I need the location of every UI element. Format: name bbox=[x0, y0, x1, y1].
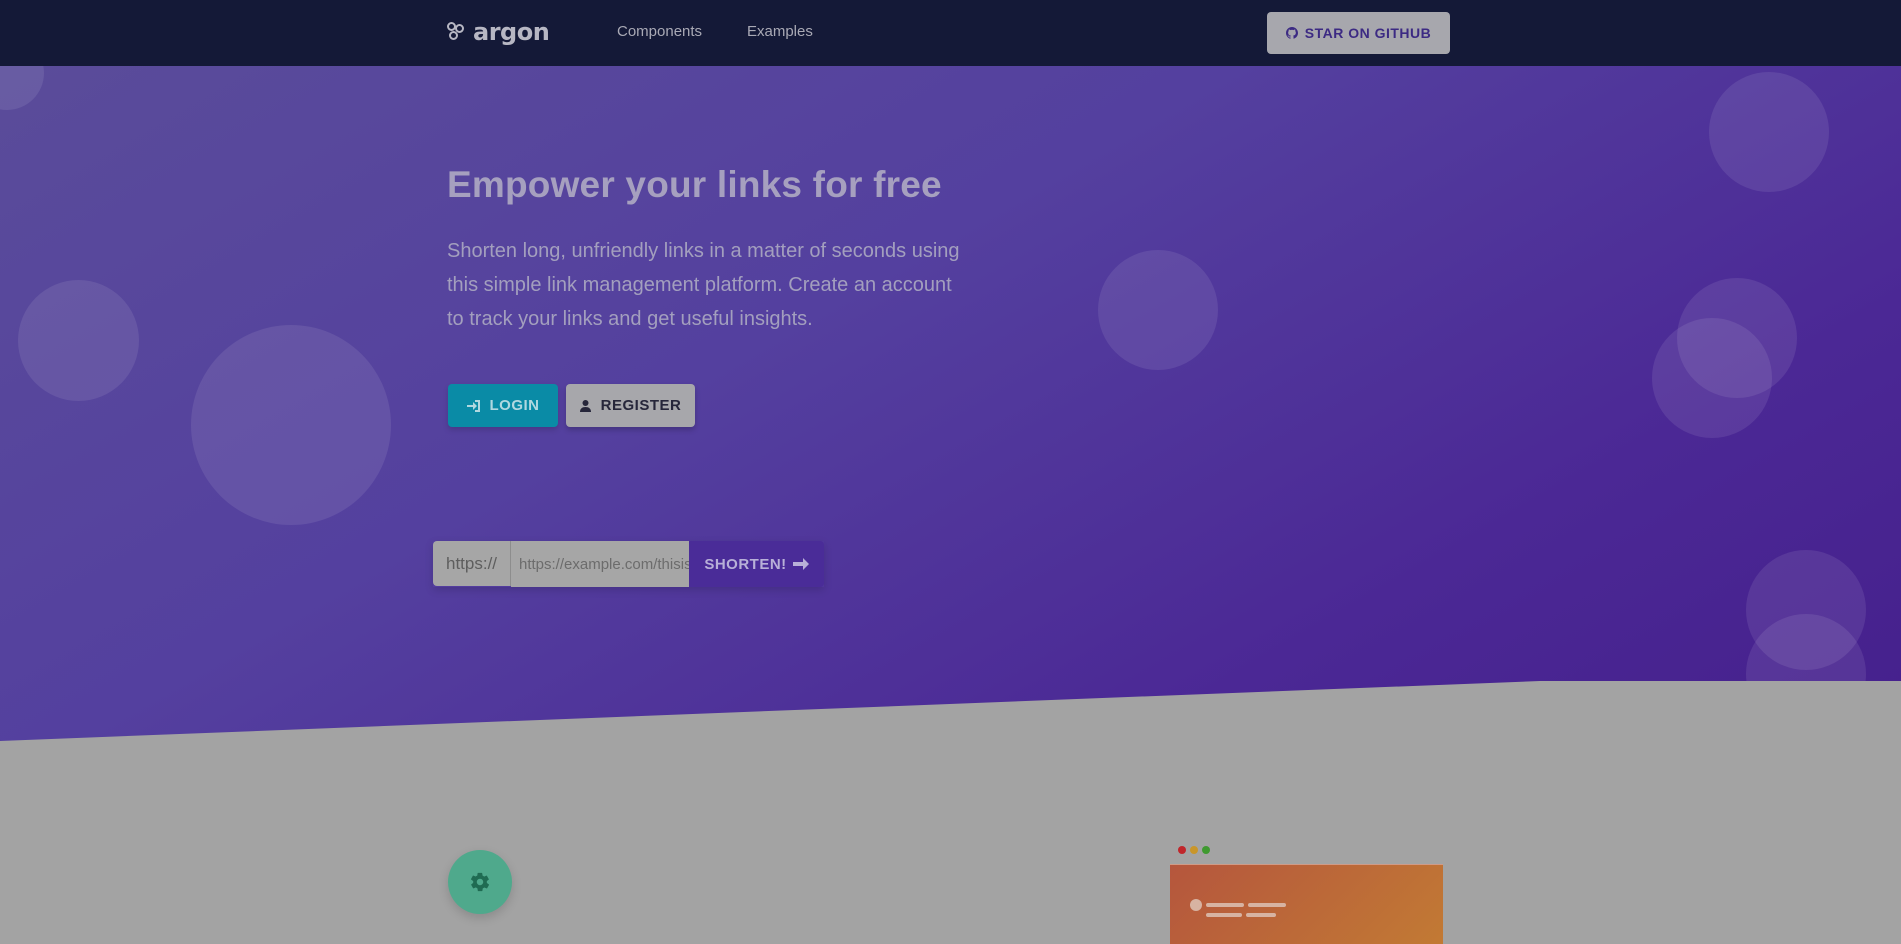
nav-link-examples[interactable]: Examples bbox=[747, 23, 813, 40]
user-icon bbox=[579, 399, 591, 412]
login-button[interactable]: LOGIN bbox=[448, 384, 558, 427]
hero-section bbox=[0, 66, 1901, 741]
shorten-button[interactable]: SHORTEN! bbox=[689, 541, 824, 587]
preview-line bbox=[1206, 913, 1242, 917]
gear-icon bbox=[470, 872, 490, 892]
shorten-label: SHORTEN! bbox=[704, 555, 787, 573]
preview-line bbox=[1206, 903, 1244, 907]
hero-title: Empower your links for free bbox=[447, 164, 942, 205]
preview-line bbox=[1246, 913, 1276, 917]
hero-description: Shorten long, unfriendly links in a matt… bbox=[447, 240, 960, 330]
decor-circle bbox=[1652, 318, 1772, 438]
github-button-label: STAR ON GITHUB bbox=[1304, 25, 1432, 41]
brand-logo[interactable]: argon bbox=[447, 18, 550, 46]
brand-name: argon bbox=[473, 18, 550, 46]
window-close-dot bbox=[1178, 846, 1186, 854]
window-maximize-dot bbox=[1202, 846, 1210, 854]
github-icon bbox=[1285, 27, 1298, 39]
login-label: LOGIN bbox=[489, 397, 540, 414]
preview-line bbox=[1248, 903, 1286, 907]
preview-content bbox=[1170, 864, 1443, 944]
url-prefix: https:// bbox=[433, 541, 511, 586]
decor-circle bbox=[1709, 72, 1829, 192]
navbar: argon Components Examples STAR ON GITHUB bbox=[0, 0, 1901, 66]
browser-preview-illustration bbox=[1170, 836, 1443, 944]
register-label: REGISTER bbox=[600, 397, 682, 414]
decor-circle bbox=[1746, 614, 1866, 734]
url-input[interactable] bbox=[511, 541, 689, 587]
decor-circle bbox=[18, 280, 139, 401]
window-minimize-dot bbox=[1190, 846, 1198, 854]
send-icon bbox=[792, 558, 809, 570]
preview-avatar bbox=[1190, 899, 1202, 911]
url-shortener-form: https:// SHORTEN! bbox=[433, 541, 824, 587]
nav-link-components[interactable]: Components bbox=[617, 23, 702, 40]
sign-in-icon bbox=[466, 399, 480, 412]
settings-button[interactable] bbox=[448, 850, 512, 914]
star-on-github-button[interactable]: STAR ON GITHUB bbox=[1267, 12, 1450, 54]
decor-circle bbox=[191, 325, 391, 525]
decor-circle bbox=[1098, 250, 1218, 370]
argon-logo-icon bbox=[447, 22, 467, 42]
decor-circle bbox=[0, 66, 44, 110]
register-button[interactable]: REGISTER bbox=[566, 384, 695, 427]
preview-titlebar bbox=[1170, 836, 1443, 864]
